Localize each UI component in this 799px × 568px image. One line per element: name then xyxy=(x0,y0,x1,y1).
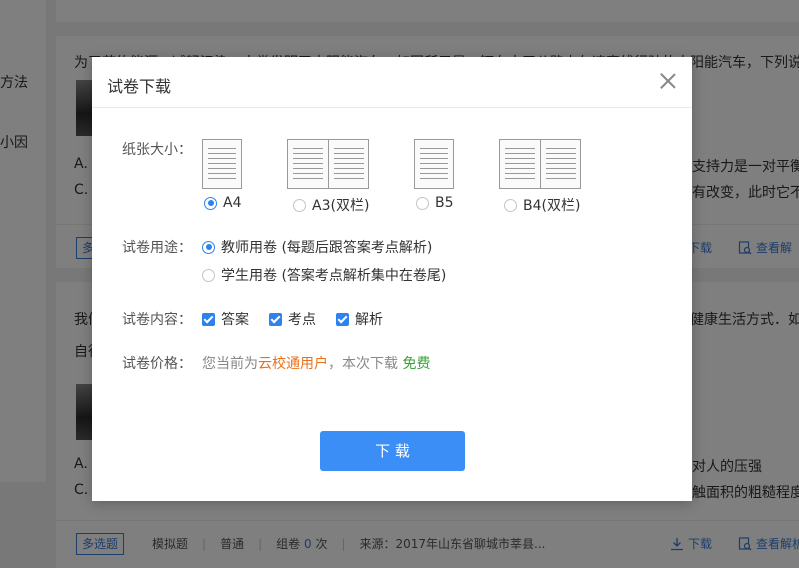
paper-preview-b4[interactable] xyxy=(499,139,581,189)
paper-size-option-b4[interactable]: B4(双栏) xyxy=(504,195,580,215)
radio-unselected[interactable] xyxy=(293,198,306,212)
single-column-page-icon xyxy=(202,139,242,189)
dialog-header: 试卷下载 xyxy=(92,57,692,108)
double-column-page-icon xyxy=(499,139,581,189)
price-label: 试卷价格： xyxy=(122,356,192,372)
checkbox-checked[interactable] xyxy=(336,312,349,326)
radio-selected[interactable] xyxy=(204,196,217,210)
checkbox-checked[interactable] xyxy=(269,312,282,326)
radio-unselected[interactable] xyxy=(202,268,215,282)
content-option-answer[interactable]: 答案 xyxy=(202,309,249,329)
paper-size-option-a3[interactable]: A3(双栏) xyxy=(293,195,369,215)
price-info: 您当前为云校通用户，本次下载 免费 xyxy=(202,356,431,372)
paper-preview-a3[interactable] xyxy=(287,139,369,189)
single-column-page-icon xyxy=(414,139,454,189)
checkbox-checked[interactable] xyxy=(202,312,215,326)
radio-selected[interactable] xyxy=(202,240,215,254)
dialog-title: 试卷下载 xyxy=(107,77,172,96)
paper-preview-b5[interactable] xyxy=(414,139,454,189)
download-button[interactable]: 下 载 xyxy=(320,431,465,471)
paper-size-label: 纸张大小： xyxy=(122,142,192,158)
content-label: 试卷内容： xyxy=(122,312,192,328)
close-icon[interactable] xyxy=(660,73,676,89)
paper-size-option-a4[interactable]: A4 xyxy=(204,195,241,211)
double-column-page-icon xyxy=(287,139,369,189)
price-value: 免费 xyxy=(402,356,431,372)
download-dialog: 试卷下载 纸张大小： A4 A3(双栏) B5 B4(双栏) 试卷用途： 教师用… xyxy=(92,57,692,501)
user-type: 云校通用户 xyxy=(258,356,328,372)
paper-preview-a4[interactable] xyxy=(202,139,242,189)
usage-label: 试卷用途： xyxy=(122,240,192,256)
radio-unselected[interactable] xyxy=(416,196,429,210)
radio-unselected[interactable] xyxy=(504,198,517,212)
content-option-analysis[interactable]: 解析 xyxy=(336,309,383,329)
usage-option-student[interactable]: 学生用卷 (答案考点解析集中在卷尾) xyxy=(202,265,446,285)
content-option-keypoint[interactable]: 考点 xyxy=(269,309,316,329)
usage-option-teacher[interactable]: 教师用卷 (每题后跟答案考点解析) xyxy=(202,237,432,257)
paper-size-option-b5[interactable]: B5 xyxy=(416,195,454,211)
